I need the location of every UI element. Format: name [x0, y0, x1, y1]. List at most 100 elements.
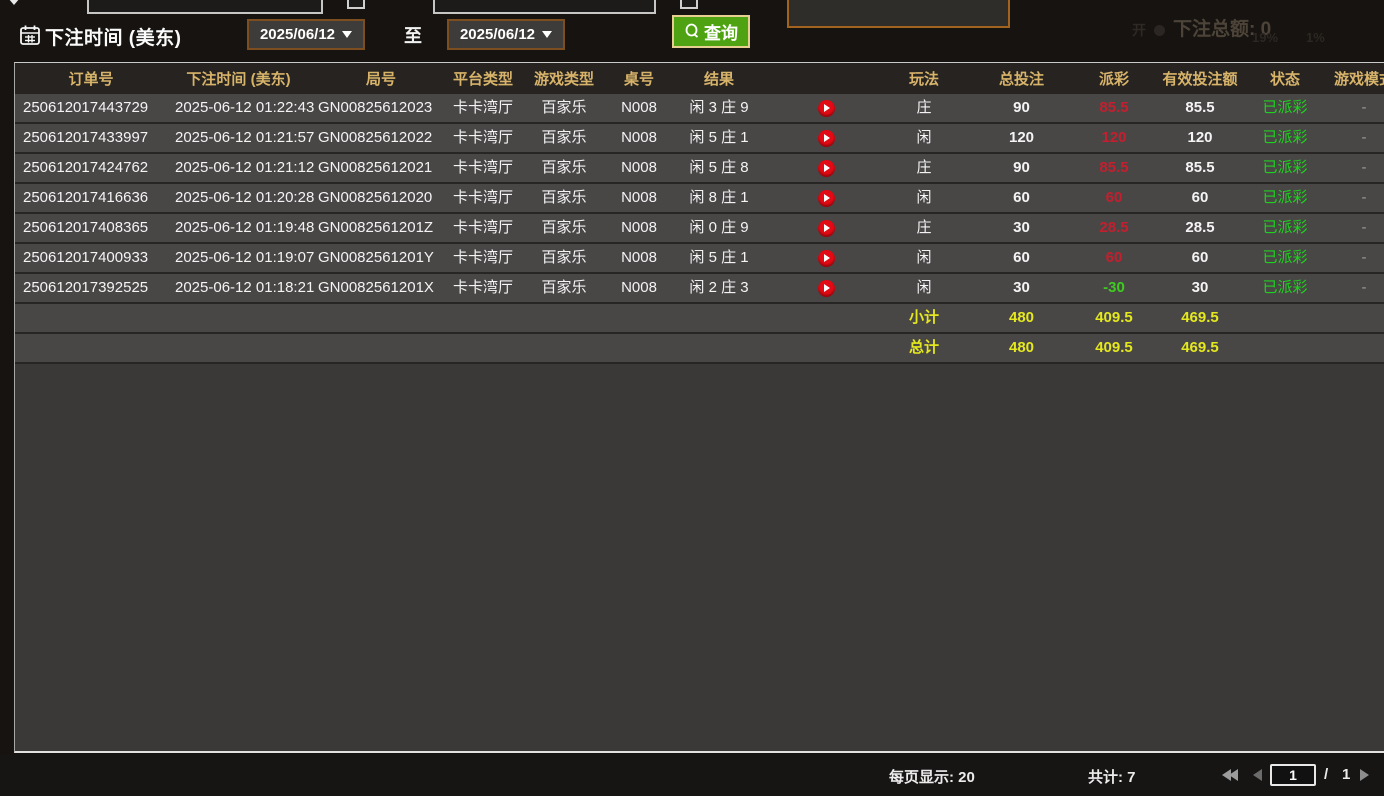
- cell-game-mode: -: [1324, 214, 1384, 242]
- calendar-icon: [19, 24, 41, 46]
- header-result: 结果: [664, 68, 774, 89]
- cell-result: 闲 8 庄 1: [664, 184, 774, 212]
- cell-order-number: 250612017424762: [15, 154, 167, 182]
- cell-status: 已派彩: [1246, 184, 1324, 212]
- header-game-mode: 游戏模式: [1324, 68, 1384, 89]
- cell-order-number: 250612017416636: [15, 184, 167, 212]
- cell-payout: 85.5: [1074, 94, 1154, 122]
- play-video-button[interactable]: [818, 220, 835, 237]
- cell-game-type: 百家乐: [514, 214, 614, 242]
- cell-result: 闲 2 庄 3: [664, 274, 774, 302]
- cell-status: 已派彩: [1246, 94, 1324, 122]
- play-video-button[interactable]: [818, 250, 835, 267]
- cell-game-mode: -: [1324, 154, 1384, 182]
- cell-payout: 28.5: [1074, 214, 1154, 242]
- page-number-input[interactable]: [1270, 764, 1316, 786]
- header-platform: 平台类型: [452, 68, 514, 89]
- cell-status: 已派彩: [1246, 214, 1324, 242]
- cell-total-bet: 30: [969, 274, 1074, 302]
- page-separator: /: [1324, 766, 1328, 783]
- subtotal-payout: 409.5: [1074, 304, 1154, 332]
- previous-page-icon[interactable]: [1253, 769, 1262, 781]
- cell-platform: 卡卡湾厅: [452, 274, 514, 302]
- cell-valid-bet: 85.5: [1154, 94, 1246, 122]
- header-valid-bet: 有效投注额: [1154, 68, 1246, 89]
- play-icon: [824, 194, 830, 202]
- table-row: 250612017408365 2025-06-12 01:19:48 GN00…: [15, 214, 1384, 244]
- next-page-icon[interactable]: [1360, 769, 1369, 781]
- cell-round-number: GN00825612020: [310, 184, 452, 212]
- cell-table-number: N008: [614, 274, 664, 302]
- header-play-method: 玩法: [879, 68, 969, 89]
- grand-total-payout: 409.5: [1074, 334, 1154, 362]
- cell-play-method: 闲: [879, 244, 969, 272]
- play-video-button[interactable]: [818, 190, 835, 207]
- cell-total-bet: 90: [969, 154, 1074, 182]
- cell-play-method: 闲: [879, 124, 969, 152]
- cell-status: 已派彩: [1246, 274, 1324, 302]
- cell-table-number: N008: [614, 184, 664, 212]
- play-video-button[interactable]: [818, 130, 835, 147]
- bet-time-label: 下注时间 (美东): [45, 23, 181, 50]
- cell-table-number: N008: [614, 244, 664, 272]
- cell-game-mode: -: [1324, 124, 1384, 152]
- bet-records-table: 订单号 下注时间 (美东) 局号 平台类型 游戏类型 桌号 结果 玩法 总投注 …: [14, 62, 1384, 753]
- cell-round-number: GN00825612022: [310, 124, 452, 152]
- cell-bet-time: 2025-06-12 01:21:12: [167, 154, 310, 182]
- cell-valid-bet: 60: [1154, 244, 1246, 272]
- date-from-picker[interactable]: 2025/06/12: [247, 19, 365, 50]
- header-bet-time: 下注时间 (美东): [167, 68, 310, 89]
- cell-game-mode: -: [1324, 94, 1384, 122]
- cell-game-mode: -: [1324, 274, 1384, 302]
- cell-bet-time: 2025-06-12 01:19:07: [167, 244, 310, 272]
- cell-payout: 85.5: [1074, 154, 1154, 182]
- total-count-label: 共计: 7: [1088, 766, 1136, 787]
- cell-order-number: 250612017400933: [15, 244, 167, 272]
- first-page-icon[interactable]: [1229, 769, 1238, 781]
- cell-table-number: N008: [614, 124, 664, 152]
- subtotal-label: 小计: [879, 304, 969, 332]
- cell-platform: 卡卡湾厅: [452, 154, 514, 182]
- cell-game-type: 百家乐: [514, 154, 614, 182]
- query-button-label: 查询: [704, 19, 738, 44]
- cell-game-mode: -: [1324, 244, 1384, 272]
- cell-game-mode: -: [1324, 184, 1384, 212]
- cell-platform: 卡卡湾厅: [452, 244, 514, 272]
- date-to-picker[interactable]: 2025/06/12: [447, 19, 565, 50]
- subtotal-valid-bet: 469.5: [1154, 304, 1246, 332]
- play-video-button[interactable]: [818, 160, 835, 177]
- cell-status: 已派彩: [1246, 244, 1324, 272]
- chevron-down-icon: [342, 31, 352, 38]
- cell-status: 已派彩: [1246, 154, 1324, 182]
- cell-order-number: 250612017392525: [15, 274, 167, 302]
- cell-payout: -30: [1074, 274, 1154, 302]
- cell-total-bet: 120: [969, 124, 1074, 152]
- table-row: 250612017392525 2025-06-12 01:18:21 GN00…: [15, 274, 1384, 304]
- cell-result: 闲 5 庄 8: [664, 154, 774, 182]
- cell-payout: 120: [1074, 124, 1154, 152]
- cell-valid-bet: 60: [1154, 184, 1246, 212]
- cell-bet-time: 2025-06-12 01:22:43: [167, 94, 310, 122]
- cell-platform: 卡卡湾厅: [452, 94, 514, 122]
- cell-valid-bet: 120: [1154, 124, 1246, 152]
- cell-play-method: 庄: [879, 94, 969, 122]
- header-payout: 派彩: [1074, 68, 1154, 89]
- per-page-label: 每页显示: 20: [889, 766, 975, 787]
- cell-platform: 卡卡湾厅: [452, 124, 514, 152]
- query-button[interactable]: 查询: [672, 15, 750, 48]
- cell-platform: 卡卡湾厅: [452, 214, 514, 242]
- play-video-button[interactable]: [818, 280, 835, 297]
- to-label: 至: [404, 22, 422, 48]
- cell-play-method: 庄: [879, 214, 969, 242]
- grand-total-row: 总计 480 409.5 469.5: [15, 334, 1384, 364]
- cell-total-bet: 60: [969, 244, 1074, 272]
- play-video-button[interactable]: [818, 100, 835, 117]
- search-icon: [684, 23, 701, 40]
- subtotal-total-bet: 480: [969, 304, 1074, 332]
- pagination-bar: 每页显示: 20 共计: 7 / 1: [0, 755, 1384, 796]
- cell-round-number: GN00825612021: [310, 154, 452, 182]
- header-status: 状态: [1246, 68, 1324, 89]
- cell-play-method: 闲: [879, 274, 969, 302]
- cell-total-bet: 90: [969, 94, 1074, 122]
- play-icon: [824, 224, 830, 232]
